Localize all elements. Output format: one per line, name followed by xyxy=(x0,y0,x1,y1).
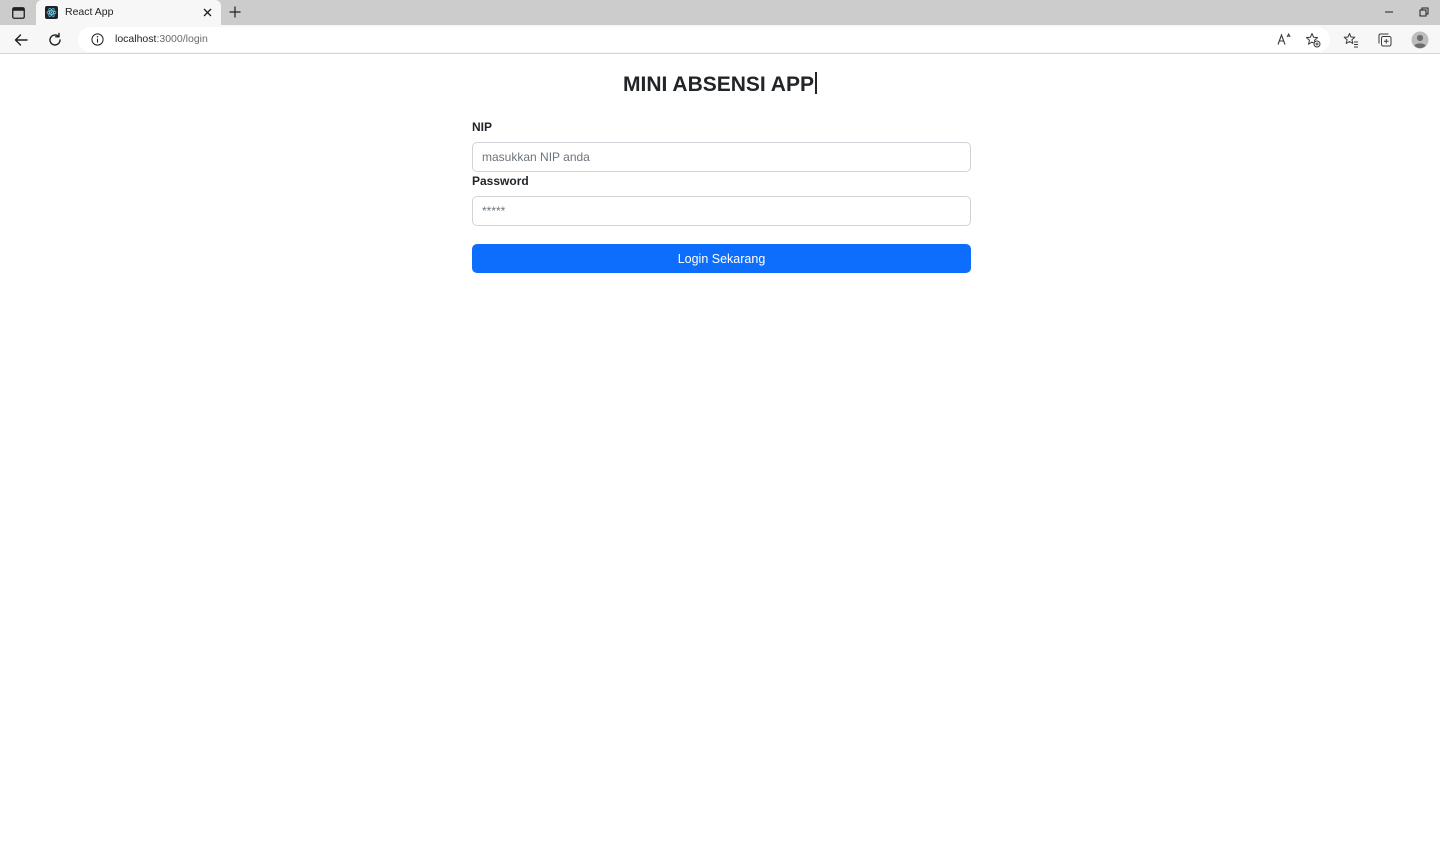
browser-tab-active[interactable]: React App xyxy=(36,0,221,25)
nip-label: NIP xyxy=(472,120,493,134)
tab-close-button[interactable] xyxy=(200,5,214,19)
read-aloud-button[interactable] xyxy=(1276,31,1293,48)
profile-button[interactable] xyxy=(1410,30,1430,50)
arrow-left-icon xyxy=(14,34,28,46)
nip-input[interactable] xyxy=(472,142,971,172)
star-add-icon xyxy=(1305,32,1320,47)
browser-toolbar: localhost:3000/login xyxy=(0,25,1440,54)
tab-actions-icon xyxy=(11,6,25,19)
address-host: localhost xyxy=(115,33,157,45)
login-button[interactable]: Login Sekarang xyxy=(472,244,971,273)
page-title: MINI ABSENSI APP xyxy=(0,72,1440,97)
back-button[interactable] xyxy=(11,30,31,50)
page-title-text: MINI ABSENSI APP xyxy=(623,73,814,96)
avatar-icon xyxy=(1411,31,1429,49)
site-info-button[interactable] xyxy=(90,32,105,47)
browser-tab-strip: React App xyxy=(0,0,1440,25)
refresh-icon xyxy=(49,32,61,46)
minimize-icon xyxy=(1385,11,1393,13)
read-aloud-icon xyxy=(1277,33,1291,45)
add-favorite-button[interactable] xyxy=(1304,31,1321,48)
password-label: Password xyxy=(472,174,529,188)
address-url[interactable]: localhost:3000/login xyxy=(115,33,208,45)
tab-actions-button[interactable] xyxy=(8,3,28,22)
react-favicon-icon xyxy=(45,6,58,19)
restore-icon xyxy=(1419,7,1429,17)
address-bar[interactable]: localhost:3000/login xyxy=(78,27,1330,52)
minimize-window-button[interactable] xyxy=(1381,4,1397,20)
collections-button[interactable] xyxy=(1375,30,1395,50)
restore-window-button[interactable] xyxy=(1416,4,1432,20)
refresh-button[interactable] xyxy=(45,30,65,50)
collections-icon xyxy=(1378,33,1392,47)
tab-title: React App xyxy=(65,6,114,18)
info-icon xyxy=(91,33,104,46)
favorites-button[interactable] xyxy=(1341,30,1361,50)
favorites-icon xyxy=(1343,33,1358,48)
close-icon xyxy=(203,8,211,16)
address-path: :3000/login xyxy=(156,33,208,45)
text-caret xyxy=(814,72,817,94)
plus-icon xyxy=(229,6,241,18)
new-tab-button[interactable] xyxy=(226,3,244,21)
password-input[interactable] xyxy=(472,196,971,226)
